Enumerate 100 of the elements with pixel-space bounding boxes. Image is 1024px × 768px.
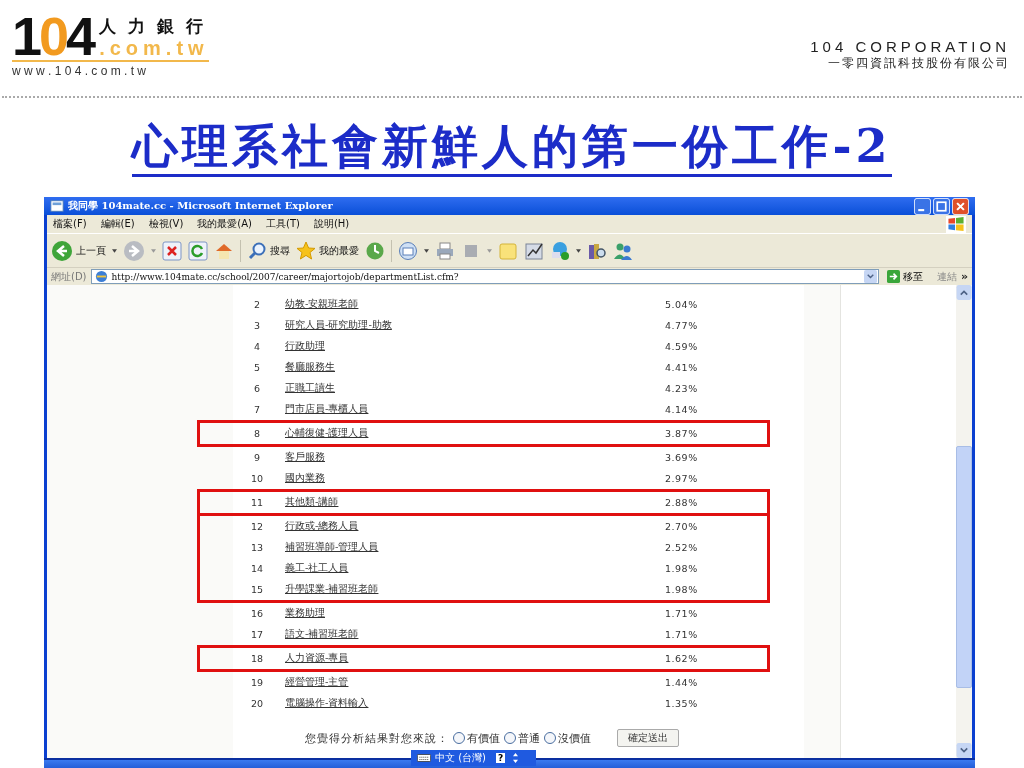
rank-cell-text: 5 [252,362,261,373]
refresh-icon[interactable] [188,240,208,261]
job-link[interactable]: 幼教-安親班老師 [285,298,665,311]
share-cell: 4.59% [665,341,698,352]
job-link[interactable]: 補習班導師-管理人員 [285,541,665,554]
share-cell: 3.87% [665,428,698,439]
dropdown-icon[interactable] [863,270,877,283]
share-cell: 2.88% [665,497,698,508]
more-chevron[interactable]: » [960,270,968,283]
job-link[interactable]: 經營管理-主管 [285,676,665,689]
job-link[interactable]: 正職工讀生 [285,382,665,395]
submit-button[interactable]: 確定送出 [617,729,679,747]
job-link[interactable]: 餐廳服務生 [285,361,665,374]
job-link[interactable]: 國內業務 [285,472,665,485]
share-cell: 2.52% [665,542,698,553]
share-cell: 1.62% [665,653,698,664]
caret-icon[interactable] [424,248,429,253]
rank-cell-text: 16 [249,608,265,619]
rank-cell-text: 13 [249,542,265,553]
stop-icon[interactable] [162,240,182,261]
back-button[interactable]: 上一頁 [51,239,106,262]
job-link[interactable]: 業務助理 [285,607,665,620]
rank-cell-text: 11 [249,497,265,508]
close-icon[interactable] [952,197,969,215]
share-cell: 3.69% [665,452,698,463]
search-button[interactable]: 搜尋 [247,240,290,261]
rank-cell-text: 12 [249,521,265,532]
job-link[interactable]: 行政助理 [285,340,665,353]
window-title: 我同學 104mate.cc - Microsoft Internet Explorer [68,199,333,213]
caret-icon[interactable] [576,248,581,253]
share-cell: 4.41% [665,362,698,373]
star-icon[interactable] [296,240,316,261]
menu-item[interactable]: 檢視(V) [148,217,184,231]
job-link[interactable]: 門市店員-專櫃人員 [285,403,665,416]
share-cell: 4.77% [665,320,698,331]
maximize-icon[interactable] [933,197,950,215]
rank-cell-text: 14 [249,563,265,574]
job-link[interactable]: 語文-補習班老師 [285,628,665,641]
share-cell: 1.98% [665,563,698,574]
share-cell: 2.97% [665,473,698,484]
scrollbar[interactable] [956,285,972,758]
share-cell: 2.70% [665,521,698,532]
radio-button[interactable] [544,732,556,744]
go-arrow-icon[interactable] [886,270,900,283]
page-icon [94,270,108,283]
logo-tagline: 人 力 銀 行 [99,15,207,38]
messenger-icon[interactable] [550,240,570,261]
logo-domain: .com.tw [99,38,209,58]
rank-cell-text: 7 [252,404,261,415]
help-button[interactable]: ? [496,753,506,763]
chart-icon[interactable] [524,240,544,261]
radio-button[interactable] [504,732,516,744]
share-cell: 1.71% [665,608,698,619]
rank-cell-text: 17 [249,629,265,640]
rank-cell-text: 10 [249,473,265,484]
job-link[interactable]: 義工-社工人員 [285,562,665,575]
job-link[interactable]: 其他類-講師 [285,496,665,509]
scroll-up-icon[interactable] [956,285,972,300]
survey-question: 您覺得分析結果對您來說： [305,730,449,746]
minimize-icon[interactable] [914,197,931,215]
menu-item[interactable]: 說明(H) [313,217,350,231]
rank-cell-text: 9 [252,452,261,463]
share-cell: 4.23% [665,383,698,394]
rank-cell-text: 4 [252,341,261,352]
options-icon[interactable] [513,752,519,764]
address-label: 網址(D) [51,269,87,284]
rank-cell-text: 8 [252,428,261,439]
job-link[interactable]: 研究人員-研究助理-助教 [285,319,665,332]
go-button[interactable]: 移至 [882,269,927,284]
job-link[interactable]: 人力資源-專員 [285,652,665,665]
menu-item[interactable]: 編輯(E) [100,217,135,231]
rank-cell-text: 20 [249,698,265,709]
job-link[interactable]: 心輔復健-護理人員 [285,427,665,440]
search-icon[interactable] [247,240,267,261]
job-link[interactable]: 客戶服務 [285,451,665,464]
address-field[interactable]: http://www.104mate.cc/school/2007/career/majortojob/departmentList.cfm? [90,269,879,284]
job-link[interactable]: 行政或-總務人員 [285,520,665,533]
favorites-button[interactable]: 我的最愛 [296,240,359,261]
rank-cell-text: 2 [252,299,261,310]
printer-icon[interactable] [435,240,455,261]
share-cell: 1.98% [665,584,698,595]
menu-item[interactable]: 我的最愛(A) [197,217,252,231]
history-icon[interactable] [365,240,385,261]
option-label: 普通 [518,730,540,746]
ime-language[interactable]: 中文 (台灣) [435,751,486,765]
share-cell: 4.14% [665,404,698,415]
caret-icon[interactable] [112,248,117,253]
job-link[interactable]: 電腦操作-資料輸入 [285,697,665,710]
job-link[interactable]: 升學課業-補習班老師 [285,583,665,596]
keyboard-icon[interactable] [417,754,431,762]
radio-button[interactable] [453,732,465,744]
logo-url: w w w . 1 0 4 . c o m . t w [12,64,148,78]
company-name: 104 CORPORATION [810,38,1010,55]
rank-cell-text: 15 [249,584,265,595]
scroll-down-icon[interactable] [956,743,972,758]
menu-item[interactable]: 工具(T) [266,217,300,231]
logo-number: 104 [12,12,94,60]
scroll-thumb[interactable] [956,445,972,688]
option-label: 沒價值 [558,730,591,746]
menu-item[interactable]: 檔案(F) [53,217,87,231]
